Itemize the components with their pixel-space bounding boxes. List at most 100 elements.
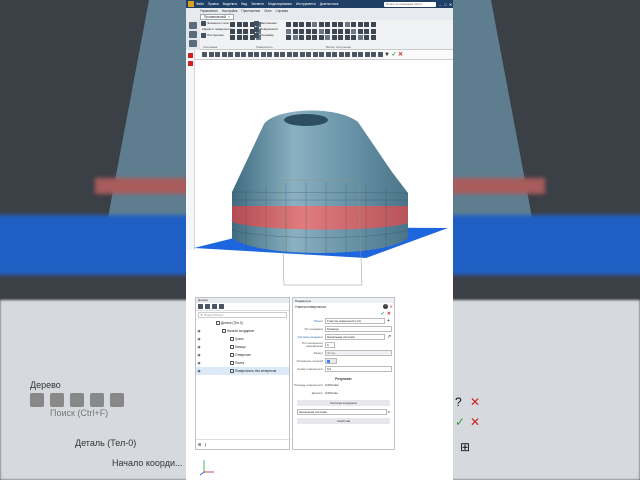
tool-icon[interactable] [319, 52, 324, 57]
tool-icon[interactable] [286, 22, 291, 27]
tool-icon[interactable] [312, 22, 317, 27]
tree-structure-icon[interactable]: ⊞ [198, 442, 201, 447]
object-field[interactable]: Участок поверхности (4) [325, 318, 385, 324]
tool-icon[interactable] [338, 52, 344, 57]
menu-item[interactable]: Элемент [251, 2, 264, 6]
tool-icon[interactable] [230, 28, 235, 34]
tool-icon[interactable] [267, 52, 272, 57]
tool-icon[interactable] [286, 52, 292, 57]
tool-icon[interactable] [292, 28, 298, 34]
menu-item[interactable]: Управление [200, 9, 218, 13]
add-icon[interactable]: + [387, 318, 392, 324]
tool-icon[interactable] [325, 28, 330, 34]
menu-item[interactable]: Окно [264, 9, 271, 13]
eye-icon[interactable]: ◉ [196, 361, 202, 365]
section-properties[interactable]: Свойства [297, 418, 390, 424]
radius-field[interactable]: 30 мм [325, 350, 392, 356]
tree-layers-icon[interactable] [219, 304, 224, 309]
tool-icon[interactable] [286, 35, 291, 40]
tool-icon[interactable] [243, 35, 248, 40]
tool-icon[interactable] [364, 52, 370, 57]
tool-icon[interactable] [351, 28, 356, 34]
tool-icon[interactable] [325, 52, 331, 57]
tool-icon[interactable] [351, 35, 356, 40]
tool-icon[interactable] [280, 52, 285, 57]
tool-icon[interactable] [292, 35, 298, 40]
ribbon-button[interactable]: Тренажёр [254, 32, 284, 38]
angle-field[interactable]: 0 [325, 342, 335, 348]
tool-icon[interactable] [202, 52, 207, 57]
tool-icon[interactable] [364, 35, 369, 40]
menu-item[interactable]: Настройка [222, 9, 238, 13]
tool-icon[interactable] [332, 52, 337, 57]
tool-icon[interactable] [234, 52, 240, 57]
tool-icon[interactable] [331, 28, 337, 34]
ribbon-side-button[interactable] [189, 31, 197, 38]
tool-icon[interactable] [254, 52, 259, 57]
menu-item[interactable]: Инструменты [296, 2, 316, 6]
help-icon[interactable]: ? [383, 304, 388, 309]
tool-icon[interactable] [370, 22, 376, 27]
formula-icon[interactable]: ƒ [204, 442, 206, 447]
coordinate-system-field[interactable]: Начальная система [325, 334, 385, 340]
tool-icon[interactable] [305, 22, 311, 27]
tool-icon[interactable] [305, 35, 311, 40]
cancel-icon[interactable]: ✕ [387, 311, 391, 317]
tool-icon[interactable] [208, 52, 214, 57]
cancel-icon[interactable]: ✕ [398, 51, 403, 58]
surface-number-field[interactable]: 0,0 [325, 366, 392, 372]
tool-icon[interactable] [230, 22, 235, 27]
tool-icon[interactable] [215, 52, 220, 57]
tool-icon[interactable] [247, 52, 253, 57]
left-strip-button[interactable] [188, 53, 193, 58]
tree-row[interactable]: ◉ Поверхность без интересов [196, 367, 289, 375]
eye-icon[interactable]: ◉ [196, 337, 202, 341]
tool-icon[interactable] [357, 22, 363, 27]
tree-filter-icon[interactable] [212, 304, 217, 309]
ribbon-side-button[interactable] [189, 40, 197, 47]
tool-icon[interactable] [318, 22, 324, 27]
tool-icon[interactable] [299, 28, 304, 34]
tool-icon[interactable] [293, 52, 298, 57]
tool-icon[interactable] [344, 22, 350, 27]
tool-icon[interactable] [305, 28, 311, 34]
tool-icon[interactable] [370, 35, 376, 40]
coordinate-system-select[interactable]: Начальная система [297, 408, 387, 415]
tool-icon[interactable] [286, 28, 291, 34]
close-icon[interactable]: ✕ [448, 2, 453, 7]
tool-icon[interactable] [318, 35, 324, 40]
tool-icon[interactable] [292, 22, 298, 27]
tool-icon[interactable] [351, 22, 356, 27]
tree-row[interactable]: ◉ Отверстие [196, 351, 289, 359]
tool-icon[interactable] [364, 22, 369, 27]
tool-icon[interactable] [230, 35, 235, 40]
tool-icon[interactable] [236, 28, 242, 34]
tool-icon[interactable] [370, 28, 376, 34]
tool-icon[interactable] [243, 28, 248, 34]
tool-icon[interactable] [357, 28, 363, 34]
confirm-icon[interactable]: ✓ [381, 311, 385, 317]
tool-icon[interactable] [299, 22, 304, 27]
tool-icon[interactable] [338, 22, 343, 27]
tree-row[interactable]: ◉ Начало координат [196, 327, 289, 335]
confirm-icon[interactable]: ✓ [391, 51, 396, 58]
tree-row[interactable]: ◉ Кольцо [196, 343, 289, 351]
tool-icon[interactable] [331, 22, 337, 27]
tool-icon[interactable] [260, 52, 266, 57]
tool-icon[interactable] [364, 28, 369, 34]
menu-item[interactable]: Приложения [241, 9, 260, 13]
tree-sort-icon[interactable] [205, 304, 210, 309]
tree-row[interactable]: ◉ Плита [196, 359, 289, 367]
tool-icon[interactable] [312, 52, 318, 57]
3d-viewport[interactable] [186, 60, 453, 295]
tool-icon[interactable] [299, 35, 304, 40]
tool-icon[interactable] [344, 35, 350, 40]
tree-view-icon[interactable] [198, 304, 203, 309]
command-search-input[interactable]: Поиск по командам (Alt+/) [384, 1, 436, 7]
menu-item[interactable]: Моделирование [268, 2, 292, 6]
ribbon-button[interactable]: Построения [201, 32, 229, 38]
tool-icon[interactable] [325, 35, 330, 40]
tool-icon[interactable] [312, 35, 317, 40]
menu-item[interactable]: Правка [208, 2, 219, 6]
eye-icon[interactable]: ◉ [196, 345, 202, 349]
